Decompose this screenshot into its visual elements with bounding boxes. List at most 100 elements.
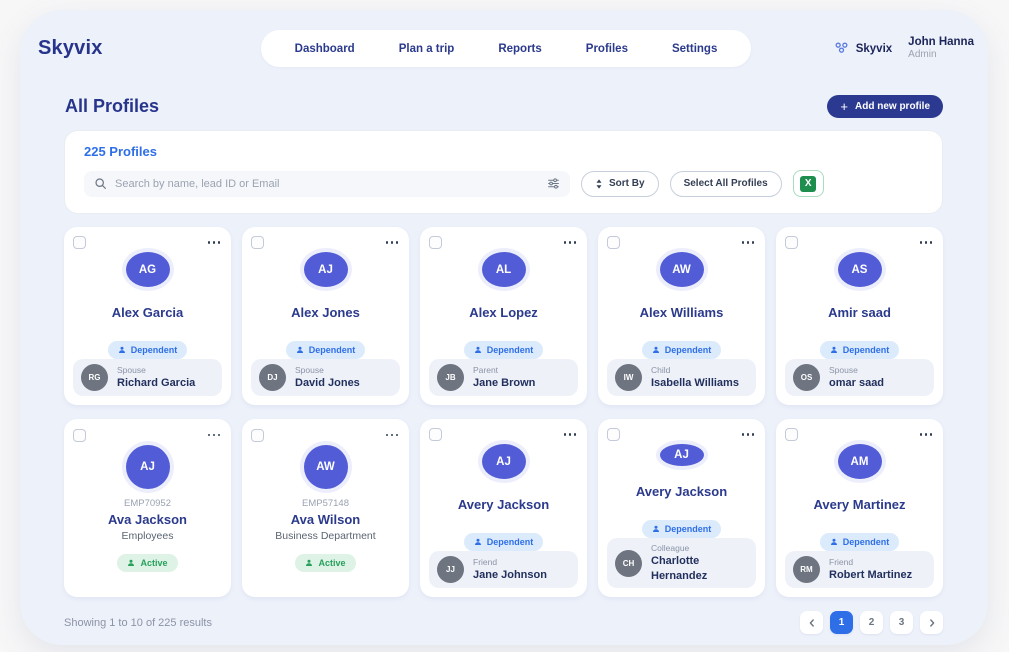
badge-label: Dependent [665, 524, 712, 534]
avatar: AL [482, 252, 526, 287]
status-badge: Dependent [820, 533, 900, 551]
avatar: AW [660, 252, 704, 287]
profile-name: Alex Garcia [112, 305, 184, 320]
profile-card[interactable]: ASAmir saadDependentOSSpouseomar saad [776, 227, 943, 405]
add-new-profile-button[interactable]: + Add new profile [827, 95, 943, 118]
card-checkbox[interactable] [73, 429, 86, 442]
card-menu-icon[interactable] [562, 239, 579, 246]
sort-arrows-icon [595, 179, 603, 189]
related-person[interactable]: RG SpouseRichard Garcia [73, 359, 222, 396]
related-person[interactable]: CHColleagueCharlotte Hernandez [607, 538, 756, 588]
profile-card[interactable]: AGAlex GarciaDependentRGSpouseRichard Ga… [64, 227, 231, 405]
nav-item-reports[interactable]: Reports [498, 43, 541, 55]
status-badge: Active [295, 554, 355, 572]
card-checkbox[interactable] [251, 429, 264, 442]
card-menu-icon[interactable] [384, 432, 401, 439]
related-person[interactable]: JBParentJane Brown [429, 359, 578, 396]
related-texts: SpouseRichard Garcia [117, 365, 195, 390]
relation-name: Richard Garcia [117, 376, 195, 390]
related-person[interactable]: JJFriendJane Johnson [429, 551, 578, 588]
related-texts: Spouseomar saad [829, 365, 884, 390]
relation-label: Friend [829, 557, 912, 568]
profile-card[interactable]: ALAlex LopezDependentJBParentJane Brown [420, 227, 587, 405]
card-checkbox[interactable] [429, 236, 442, 249]
card-checkbox[interactable] [429, 428, 442, 441]
related-avatar: RG [81, 364, 108, 391]
card-checkbox[interactable] [785, 236, 798, 249]
nav-item-dashboard[interactable]: Dashboard [295, 43, 355, 55]
related-avatar: JB [437, 364, 464, 391]
card-menu-icon[interactable] [918, 431, 935, 438]
person-icon [474, 346, 482, 354]
search-input[interactable] [115, 178, 539, 190]
profile-name: Alex Williams [640, 305, 724, 320]
card-checkbox[interactable] [73, 236, 86, 249]
card-menu-icon[interactable] [384, 239, 401, 246]
org-name: Skyvix [856, 43, 892, 55]
profile-card[interactable]: AJAvery JacksonDependentCHColleagueCharl… [598, 419, 765, 597]
header-user-area: Skyvix John Hanna Admin [804, 35, 974, 62]
profile-card[interactable]: AJAvery JacksonDependentJJFriendJane Joh… [420, 419, 587, 597]
person-icon [652, 525, 660, 533]
status-badge: Dependent [464, 533, 544, 551]
chevron-right-icon [928, 619, 936, 627]
card-menu-icon[interactable] [918, 239, 935, 246]
user-profile[interactable]: John Hanna Admin [908, 35, 974, 62]
brand-logo[interactable]: Skyvix [38, 37, 208, 60]
nav-item-plan-a-trip[interactable]: Plan a trip [399, 43, 455, 55]
org-switcher[interactable]: Skyvix [833, 41, 892, 56]
title-row: All Profiles + Add new profile [65, 95, 943, 118]
profile-card[interactable]: AJEMP70952Ava JacksonEmployeesActive [64, 419, 231, 597]
profile-card[interactable]: AW Alex Williams Dependent IWChildIsabella … [598, 227, 765, 405]
next-page-button[interactable] [920, 611, 943, 634]
select-all-profiles-button[interactable]: Select All Profiles [670, 171, 782, 197]
badge-label: Active [140, 558, 167, 568]
profile-card[interactable]: AWEMP57148Ava WilsonBusiness DepartmentA… [242, 419, 409, 597]
page-button-3[interactable]: 3 [890, 611, 913, 634]
sort-by-button[interactable]: Sort By [581, 171, 659, 197]
badge-label: Dependent [131, 345, 178, 355]
related-person[interactable]: RMFriendRobert Martinez [785, 551, 934, 588]
nav-item-profiles[interactable]: Profiles [586, 43, 628, 55]
badge-label: Dependent [843, 537, 890, 547]
related-person[interactable]: DJSpouseDavid Jones [251, 359, 400, 396]
card-menu-icon[interactable] [206, 239, 223, 246]
page-button-2[interactable]: 2 [860, 611, 883, 634]
status-badge: Active [117, 554, 177, 572]
profile-name: Avery Martinez [814, 497, 906, 512]
card-head [785, 428, 934, 441]
select-all-label: Select All Profiles [684, 178, 768, 189]
card-checkbox[interactable] [607, 236, 620, 249]
department: Employees [122, 530, 174, 542]
related-person[interactable]: OSSpouseomar saad [785, 359, 934, 396]
export-excel-button[interactable]: X [793, 170, 824, 197]
card-checkbox[interactable] [251, 236, 264, 249]
card-menu-icon[interactable] [740, 239, 757, 246]
badge-label: Dependent [665, 345, 712, 355]
card-menu-icon[interactable] [206, 432, 223, 439]
profile-card[interactable]: AJAlex JonesDependentDJSpouseDavid Jones [242, 227, 409, 405]
profile-card[interactable]: AMAvery MartinezDependentRMFriendRobert … [776, 419, 943, 597]
nav-item-settings[interactable]: Settings [672, 43, 717, 55]
relation-name: Robert Martinez [829, 568, 912, 582]
profiles-grid: AGAlex GarciaDependentRGSpouseRichard Ga… [64, 227, 943, 597]
page-button-1[interactable]: 1 [830, 611, 853, 634]
filter-button[interactable] [547, 177, 560, 190]
badge-label: Dependent [487, 345, 534, 355]
card-menu-icon[interactable] [740, 431, 757, 438]
relation-label: Friend [473, 557, 547, 568]
card-head [73, 236, 222, 249]
card-checkbox[interactable] [785, 428, 798, 441]
card-checkbox[interactable] [607, 428, 620, 441]
related-person[interactable]: IWChildIsabella Williams [607, 359, 756, 396]
employee-id: EMP57148 [302, 498, 349, 509]
avatar: AJ [660, 444, 704, 466]
related-avatar: CH [615, 550, 642, 577]
card-menu-icon[interactable] [562, 431, 579, 438]
related-avatar: IW [615, 364, 642, 391]
user-name: John Hanna [908, 35, 974, 49]
pagination: 123 [800, 611, 943, 634]
related-avatar: JJ [437, 556, 464, 583]
profile-name: Avery Jackson [458, 497, 549, 512]
prev-page-button[interactable] [800, 611, 823, 634]
